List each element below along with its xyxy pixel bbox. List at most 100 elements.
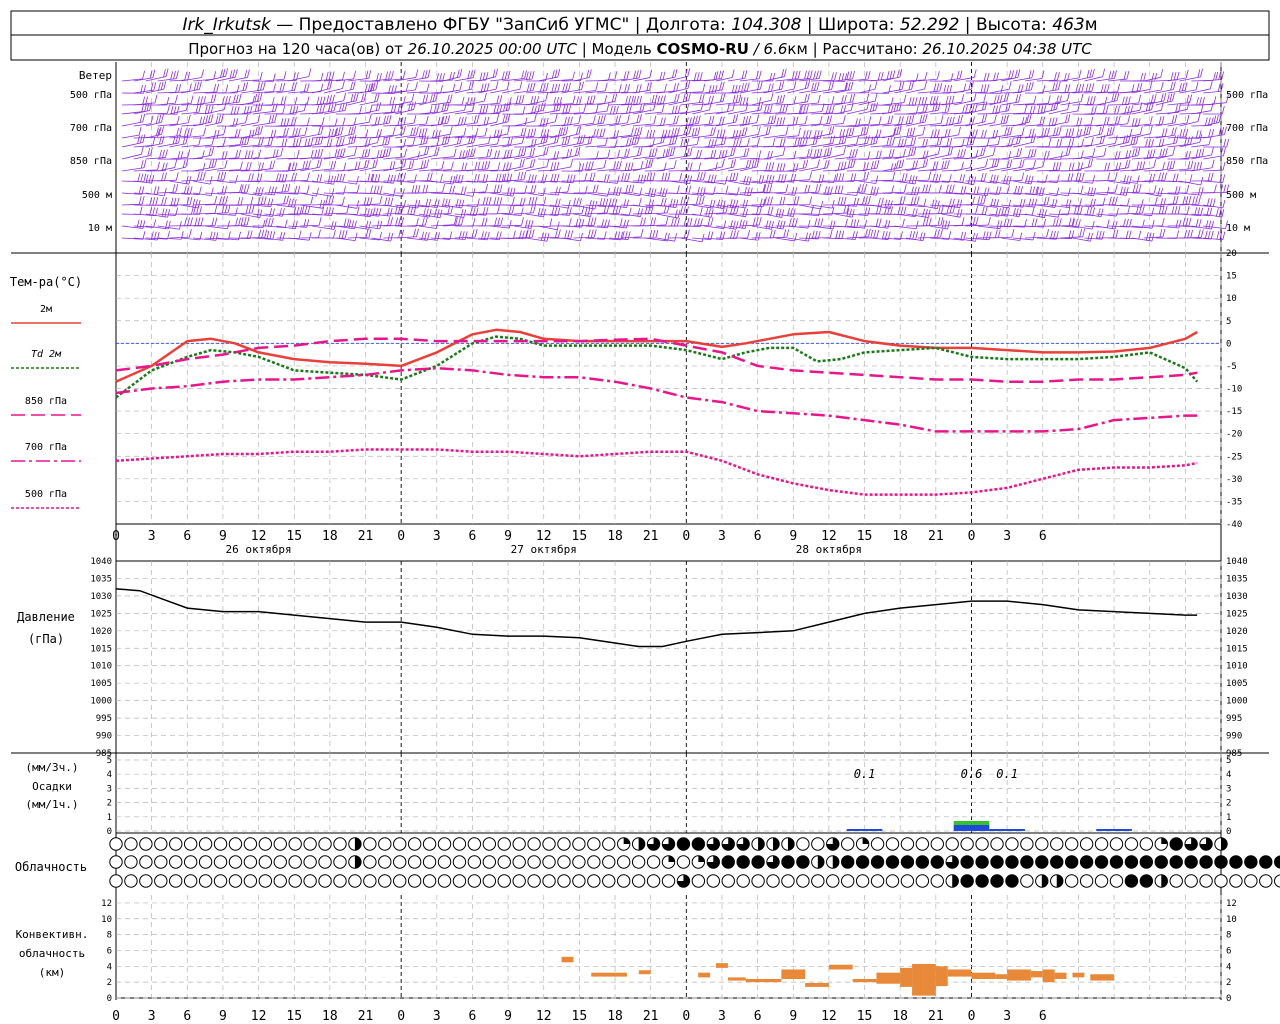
precip-ytick-left: 5 [107, 756, 112, 766]
cloud-symbol [572, 874, 586, 888]
conv-cloud-bar [716, 963, 728, 968]
cloud-symbol [467, 837, 482, 851]
cloud-symbol [587, 874, 601, 888]
cloud-symbol [811, 837, 825, 851]
precip-ytick-right: 4 [1226, 770, 1231, 780]
cloud-symbol [527, 874, 541, 888]
cloud-symbol [602, 837, 616, 851]
bottom-hour-tick: 15 [286, 1009, 302, 1024]
cloud-symbol [721, 855, 735, 869]
cloud-symbol [1079, 874, 1094, 888]
cloud-symbol [318, 855, 332, 869]
cloud-symbol [497, 855, 511, 869]
wind-barb [894, 204, 918, 206]
precip-bar [989, 829, 1025, 831]
precip-ytick-right: 0 [1226, 827, 1231, 837]
cloud-symbol [482, 855, 497, 869]
cloud-symbol [378, 874, 392, 888]
cloud-symbol [587, 837, 601, 851]
cloud-symbol [512, 855, 526, 869]
alt-value: 463 [1052, 15, 1084, 35]
cloud-symbol [109, 874, 123, 888]
model-label: Модель [592, 40, 652, 58]
cloud-symbol [1229, 874, 1243, 888]
cloud-symbol [169, 874, 183, 888]
cloud-symbol [587, 855, 601, 869]
precip-ytick-right: 1 [1226, 813, 1231, 823]
temp-hour-tick: 12 [821, 529, 837, 544]
cloud-symbol [1050, 855, 1064, 869]
station-name: Irk_Irkutsk [182, 15, 271, 35]
bottom-hour-tick: 18 [892, 1009, 908, 1024]
conv-ytick-left: 12 [101, 899, 112, 909]
bottom-hour-tick: 18 [607, 1009, 623, 1024]
temp-ytick-right: -5 [1226, 362, 1237, 372]
cloud-symbol [1005, 855, 1019, 869]
cloud-symbol [1109, 855, 1124, 869]
cloud-symbol [1094, 837, 1109, 851]
cloud-symbol [154, 874, 168, 888]
pressure-ytick-left: 1040 [90, 557, 112, 567]
wind-level-label-right: 10 м [1226, 223, 1250, 234]
conv-cloud-bar [828, 964, 853, 970]
conv-ytick-right: 12 [1226, 899, 1237, 909]
day-label: 27 октября [511, 543, 577, 556]
cloud-symbol [169, 837, 183, 851]
cloud-symbol [213, 837, 228, 851]
wind-level-label-left: 700 гПа [70, 123, 112, 134]
alt-unit: м [1085, 15, 1098, 35]
precip-bar [846, 829, 883, 831]
cloud-symbol [1169, 855, 1183, 869]
conv-ytick-right: 8 [1226, 931, 1231, 941]
precip-ytick-right: 2 [1226, 799, 1231, 809]
temp-hour-tick: 0 [112, 529, 120, 544]
temp-hour-tick: 9 [504, 529, 512, 544]
temp-hour-tick: 9 [219, 529, 227, 544]
cloud-symbol [602, 874, 616, 888]
conv-ytick-right: 6 [1226, 946, 1231, 956]
conv-ytick-right: 2 [1226, 978, 1231, 988]
temp-hour-tick: 0 [397, 529, 405, 544]
cloud-symbol [1259, 874, 1273, 888]
conv-cloud-bar [1042, 969, 1055, 983]
cloud-symbol [676, 837, 691, 851]
wind-level-label-left: 500 м [82, 190, 112, 201]
cloud-symbol [885, 874, 900, 888]
wind-barb [478, 113, 500, 115]
cloud-symbol [1184, 855, 1198, 869]
temp-legend-label: 500 гПа [25, 489, 67, 500]
bottom-hour-tick: 9 [504, 1009, 512, 1024]
cloud-symbol [124, 855, 138, 869]
cloud-symbol [258, 837, 273, 851]
bottom-hour-tick: 3 [1003, 1009, 1011, 1024]
cloud-symbol [139, 837, 153, 851]
precip-ytick-right: 5 [1226, 756, 1231, 766]
forecast-label: Прогноз на 120 часа(ов) от [188, 40, 403, 58]
cloud-symbol [378, 855, 392, 869]
wind-level-label-left: 10 м [88, 223, 112, 234]
bottom-hour-tick: 0 [397, 1009, 405, 1024]
bottom-hour-tick: 3 [433, 1009, 441, 1024]
cloud-symbol [1139, 837, 1154, 851]
cloud-symbol [333, 837, 347, 851]
cloud-symbol [452, 874, 467, 888]
cloud-symbol [990, 837, 1004, 851]
conv-cloud-bar [698, 972, 711, 978]
cloud-symbol [572, 855, 586, 869]
cloud-symbol [527, 837, 541, 851]
bottom-hour-tick: 6 [754, 1009, 762, 1024]
cloud-symbol [1244, 874, 1258, 888]
bottom-hour-tick: 15 [572, 1009, 588, 1024]
cloud-symbol [975, 874, 989, 888]
conv-ytick-left: 10 [101, 915, 112, 925]
conv-cloud-bar [1007, 969, 1031, 981]
cloud-symbol [542, 855, 556, 869]
pressure-ytick-right: 1025 [1226, 609, 1248, 619]
header-info-line: Прогноз на 120 часа(ов) от 26.10.2025 00… [188, 40, 1092, 58]
cloud-symbol [393, 874, 407, 888]
cloud-symbol [363, 855, 377, 869]
wind-barb [1048, 237, 1072, 239]
bottom-hour-tick: 21 [643, 1009, 659, 1024]
conv-ytick-right: 0 [1226, 994, 1231, 1004]
cloud-symbol [617, 855, 631, 869]
